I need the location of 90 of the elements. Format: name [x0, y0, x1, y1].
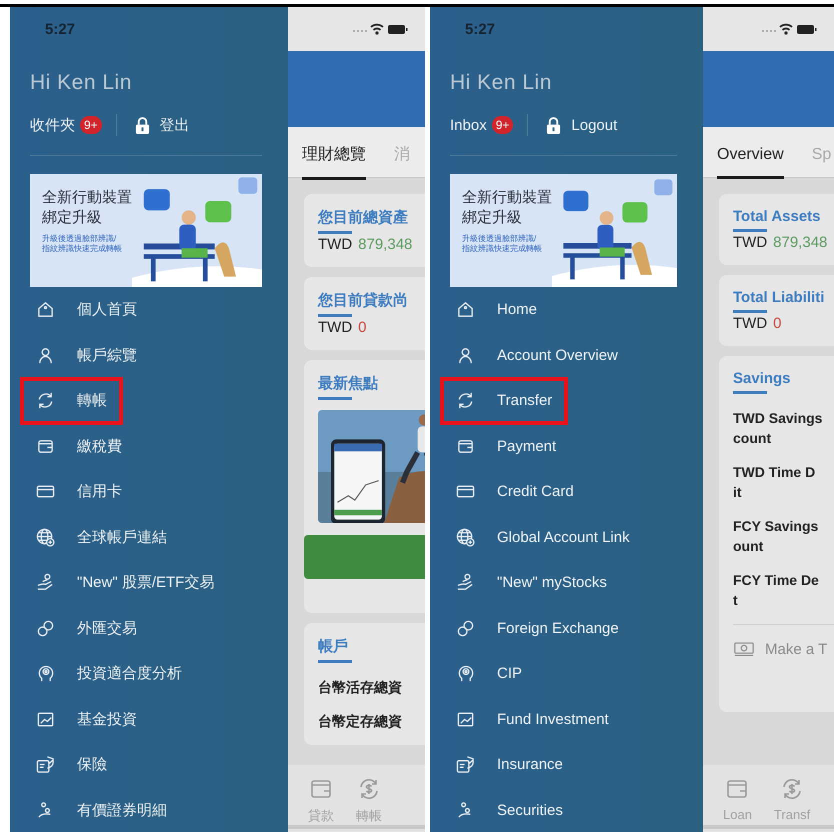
account-row[interactable]: 台幣活存總資 — [318, 677, 425, 697]
lock-icon — [546, 116, 562, 134]
banner-headline: 綁定升級 — [42, 208, 103, 228]
status-time: 5:27 — [44, 20, 76, 40]
menu-item[interactable]: Foreign Exchange — [440, 604, 635, 652]
house-icon — [456, 300, 475, 320]
menu-item[interactable]: 個人首頁 — [20, 286, 153, 334]
lock-icon — [134, 116, 150, 134]
menu-item[interactable]: CIP — [440, 650, 538, 698]
coins-icon — [456, 618, 475, 638]
account-row[interactable]: TWD Time D it — [733, 462, 834, 502]
card-title: 最新焦點 — [318, 374, 379, 393]
dollar-cycle-icon — [357, 777, 381, 801]
currency: TWD — [318, 236, 352, 253]
chart-icon — [456, 710, 475, 729]
menu-item[interactable]: 繳稅費 — [20, 422, 138, 470]
chart-icon — [36, 710, 55, 729]
banner-headline: 綁定升級 — [462, 208, 523, 228]
banner-headline: 全新行動裝置 — [462, 188, 552, 208]
menu-item[interactable]: 保險 — [20, 740, 123, 789]
card-title: Total Assets — [733, 208, 822, 225]
menu-item[interactable]: Credit Card — [440, 468, 590, 516]
card-title: 您目前貸款尚 — [318, 291, 409, 310]
globe-icon — [36, 528, 55, 547]
menu-item[interactable]: 轉帳 — [20, 376, 123, 425]
banner-subline: 升級後透過臉部辨識/ — [462, 234, 538, 244]
person-icon — [456, 346, 475, 365]
menu-item[interactable]: Securities — [440, 786, 579, 832]
menu-item[interactable]: Global Account Link — [440, 513, 646, 562]
menu-item[interactable]: 投資適合度分析 — [20, 650, 198, 698]
account-row[interactable]: TWD Savings count — [733, 408, 834, 448]
status-time: 5:27 — [464, 20, 496, 40]
unread-badge: 9+ — [80, 116, 102, 134]
menu-item[interactable]: "New" 股票/ETF交易 — [20, 558, 230, 607]
greeting: Hi Ken Lin — [29, 70, 133, 95]
card-title: Total Liabiliti — [733, 289, 826, 306]
banner-subline: 指紋辨識快速完成轉帳 — [42, 244, 123, 254]
card-title: 帳戶 — [318, 637, 349, 656]
menu-item[interactable]: Fund Investment — [440, 695, 625, 744]
cash-icon — [733, 641, 755, 658]
amount: 0 — [358, 319, 366, 336]
amount: 879,348 — [358, 236, 412, 253]
currency: TWD — [733, 315, 768, 332]
banner-headline: 全新行動裝置 — [42, 188, 132, 208]
refresh-icon — [456, 391, 475, 410]
unread-badge: 9+ — [492, 116, 514, 134]
account-row[interactable]: FCY Time De t — [733, 570, 834, 610]
logout-link[interactable]: Logout — [571, 116, 618, 134]
promo-button[interactable] — [304, 535, 425, 579]
globe-icon — [456, 528, 475, 547]
menu-item[interactable]: "New" myStocks — [440, 558, 623, 607]
greeting: Hi Ken Lin — [449, 70, 553, 95]
menu-item[interactable]: 帳戶綜覽 — [20, 331, 153, 380]
banner-subline: 指紋辨識快速完成轉帳 — [462, 244, 543, 254]
hand-coin-icon — [456, 573, 475, 592]
account-row[interactable]: FCY Savings ount — [733, 516, 834, 556]
logout-link[interactable]: 登出 — [160, 116, 190, 134]
coins-icon — [36, 618, 55, 638]
menu-item[interactable]: Transfer — [440, 376, 568, 425]
inbox-link[interactable]: Inbox — [450, 116, 487, 134]
card-title: Savings — [733, 370, 792, 387]
refresh-icon — [36, 391, 55, 410]
wallet-icon — [725, 777, 750, 801]
amount: 879,348 — [773, 234, 828, 251]
currency: TWD — [733, 234, 768, 251]
menu-item[interactable]: Insurance — [440, 740, 579, 789]
menu-item[interactable]: 外匯交易 — [20, 604, 153, 652]
head-icon — [456, 664, 475, 684]
account-row[interactable]: 台幣定存總資 — [318, 711, 425, 731]
hand-coin-icon — [36, 573, 55, 592]
head-icon — [36, 664, 55, 684]
card-title: 您目前總資產 — [318, 208, 409, 227]
menu-item[interactable]: Payment — [440, 422, 572, 470]
amount: 0 — [773, 315, 782, 332]
tab[interactable]: Overview — [717, 132, 784, 178]
currency: TWD — [318, 319, 352, 336]
menu-item[interactable]: 基金投資 — [20, 695, 153, 744]
wallet-icon — [309, 777, 333, 801]
house-icon — [36, 300, 55, 320]
tab[interactable]: 理財總覽 — [302, 130, 366, 180]
inbox-link[interactable]: 收件夾 — [30, 116, 75, 134]
menu-item[interactable]: 有價證券明細 — [20, 786, 183, 832]
promo-banner[interactable]: 全新行動裝置 綁定升級 升級後透過臉部辨識/ 指紋辨識快速完成轉帳 — [30, 174, 262, 287]
menu-item[interactable]: 全球帳戶連結 — [20, 513, 183, 562]
menu-item[interactable]: Account Overview — [440, 331, 634, 380]
person-icon — [36, 346, 55, 365]
menu-item[interactable]: 信用卡 — [20, 468, 138, 516]
menu-item[interactable]: Home — [440, 286, 554, 334]
banner-subline: 升級後透過臉部辨識/ — [42, 234, 118, 244]
promo-banner[interactable]: 全新行動裝置 綁定升級 升級後透過臉部辨識/ 指紋辨識快速完成轉帳 — [450, 174, 677, 287]
